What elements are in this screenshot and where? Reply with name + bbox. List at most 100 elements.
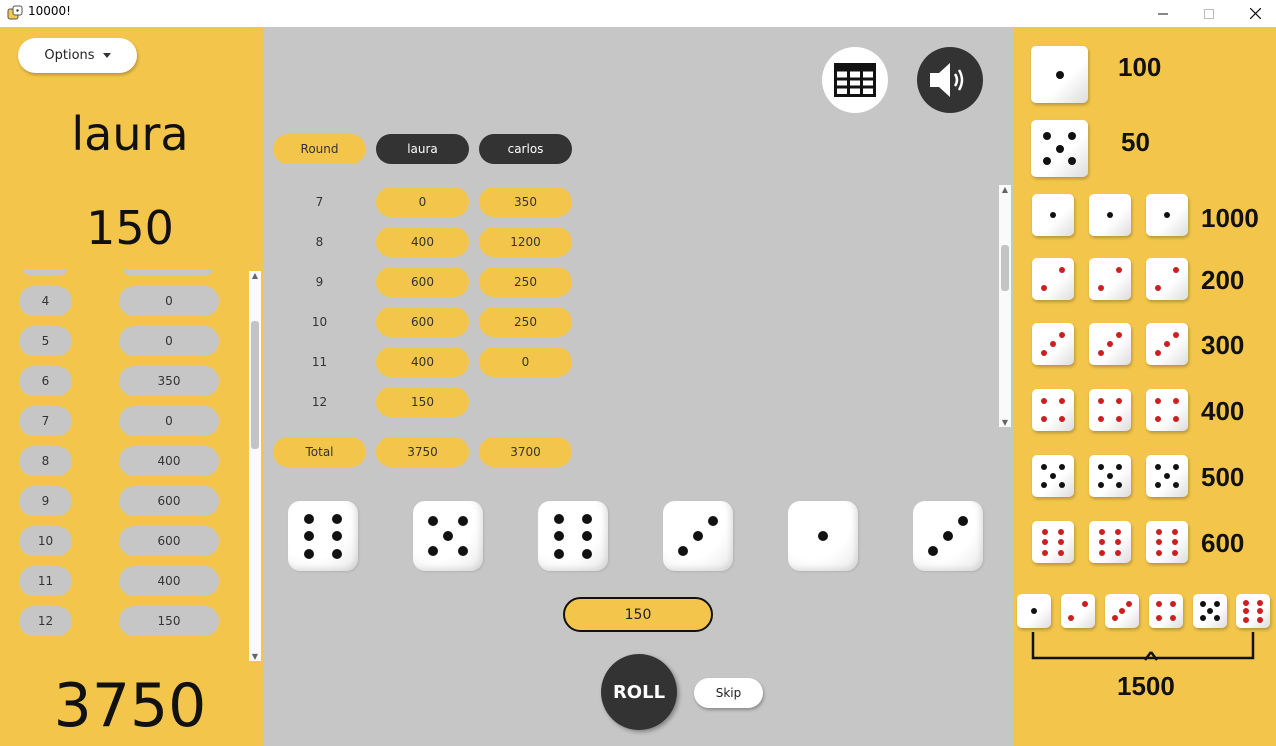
table-grid-icon [834, 63, 876, 97]
turn-score: 150 [563, 597, 713, 632]
die-pip [1243, 616, 1250, 623]
history-row: 6 350 [0, 366, 250, 396]
die-face-3 [1032, 323, 1074, 365]
die-face-5 [1031, 120, 1088, 177]
die-pip [1173, 416, 1180, 423]
die-pip [1058, 528, 1065, 535]
straight-bracket-icon [1031, 632, 1255, 661]
die-pip [1154, 463, 1161, 470]
sound-toggle-button[interactable] [917, 47, 983, 113]
history-row: 12 150 [0, 606, 250, 636]
die-face-5 [1193, 594, 1227, 628]
maximize-icon [1204, 8, 1214, 19]
scroll-down-icon[interactable]: ▼ [249, 652, 261, 661]
total-label: Total [273, 437, 366, 467]
round-history-list[interactable]: 4 0 5 0 6 350 7 0 8 400 9 600 10 600 11 [0, 269, 263, 661]
history-row: 7 0 [0, 406, 250, 436]
scroll-down-icon[interactable]: ▼ [999, 418, 1011, 427]
die-pip [1243, 599, 1250, 606]
title-bar: 10000! [0, 0, 1276, 27]
die-pip [677, 546, 688, 557]
scrollbar-thumb[interactable] [251, 321, 259, 449]
die-pip [1040, 416, 1047, 423]
close-icon [1249, 8, 1261, 19]
die-pip [1164, 212, 1170, 218]
die-pip [1170, 600, 1177, 607]
skip-button[interactable]: Skip [694, 678, 763, 708]
die-face-3 [1105, 594, 1139, 628]
die-pip [1172, 528, 1179, 535]
scoreboard-button[interactable] [822, 47, 888, 113]
minimize-icon [1158, 13, 1168, 14]
history-row: 4 0 [0, 286, 250, 316]
options-button[interactable]: Options [18, 38, 137, 73]
die-pip [1172, 539, 1179, 545]
die-face-4 [1089, 389, 1131, 431]
die-pip [582, 548, 592, 559]
die-pip [427, 546, 438, 557]
die-pip [693, 531, 703, 541]
history-score: 400 [119, 446, 219, 476]
die-pip [1214, 615, 1221, 622]
die-pip [443, 531, 453, 541]
die-pip [1107, 212, 1113, 218]
roll-button[interactable]: ROLL [601, 654, 677, 730]
die-pip [1058, 549, 1065, 556]
die-pip [1050, 473, 1056, 479]
die-pip [1173, 331, 1180, 338]
history-scrollbar[interactable]: ▲ ▼ [249, 271, 261, 661]
die-pip [554, 513, 564, 524]
history-score: 600 [119, 486, 219, 516]
scoreboard-cell-carlos: 0 [479, 347, 572, 377]
die-pip [1170, 615, 1177, 622]
die-pip [1097, 285, 1104, 292]
scroll-up-icon[interactable]: ▲ [999, 185, 1011, 194]
scoreboard-cell-carlos: 250 [479, 267, 572, 297]
player-header-carlos: carlos [479, 134, 572, 164]
die-pip [1173, 397, 1180, 404]
die-pip [1041, 549, 1048, 556]
rule-points: 400 [1201, 396, 1245, 426]
die-pip [1173, 463, 1180, 470]
die-pip [1097, 397, 1104, 404]
history-round: 12 [19, 606, 72, 636]
caret-down-icon [102, 53, 111, 58]
scrollbar-thumb[interactable] [1001, 245, 1009, 291]
die-face-5 [1032, 455, 1074, 497]
history-score: 150 [119, 606, 219, 636]
die-pip [1059, 482, 1066, 489]
die-pip [1172, 549, 1179, 556]
scoreboard-scrollbar[interactable]: ▲ ▼ [999, 185, 1011, 427]
scroll-up-icon[interactable]: ▲ [249, 271, 261, 280]
app-icon [7, 5, 23, 20]
scoreboard-round: 11 [311, 355, 328, 369]
die-pip [1115, 539, 1122, 545]
die-face-2 [1089, 258, 1131, 300]
die-pip [1154, 482, 1161, 489]
die-face-3[interactable] [663, 501, 733, 571]
die-pip [332, 548, 342, 559]
die-pip [1256, 608, 1263, 614]
history-round: 7 [19, 406, 72, 436]
die-face-1[interactable] [788, 501, 858, 571]
history-round: 5 [19, 326, 72, 356]
maximize-button[interactable] [1186, 0, 1232, 27]
close-button[interactable] [1232, 0, 1276, 27]
history-round: 11 [19, 566, 72, 596]
die-pip [1040, 285, 1047, 292]
die-face-5[interactable] [413, 501, 483, 571]
scoring-rules-panel: 100 50 1000 200 300 400 500 600 1500 [1013, 27, 1276, 746]
die-pip [1256, 599, 1263, 606]
die-face-6[interactable] [538, 501, 608, 571]
die-pip [1055, 70, 1064, 79]
minimize-button[interactable] [1140, 0, 1186, 27]
scoreboard-round: 12 [311, 395, 328, 409]
die-face-3[interactable] [913, 501, 983, 571]
die-face-6[interactable] [288, 501, 358, 571]
die-pip [1155, 549, 1162, 556]
die-pip [458, 546, 469, 557]
die-pip [554, 548, 564, 559]
die-pip [1055, 144, 1064, 153]
die-face-1 [1031, 46, 1088, 103]
die-pip [1041, 539, 1048, 545]
